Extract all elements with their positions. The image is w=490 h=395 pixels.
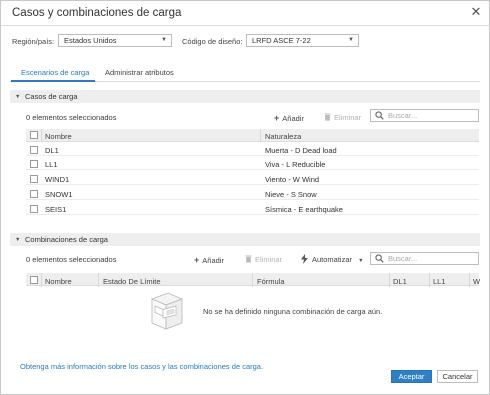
row-checkbox[interactable]: [30, 146, 38, 154]
table-row[interactable]: [26, 187, 479, 200]
table-row[interactable]: [26, 202, 479, 215]
load-case-nature: Sísmica - E earthquake: [265, 205, 343, 214]
collapse-triangle-icon[interactable]: ▼: [15, 237, 20, 243]
automate-button[interactable]: Automatizar ▼: [299, 254, 364, 264]
chevron-down-icon: ▼: [358, 258, 364, 264]
load-cases-selected-count: 0 elementos seleccionados: [26, 113, 117, 122]
column-divider: [260, 129, 261, 142]
region-label: Región/país:: [12, 37, 55, 46]
load-combinations-section-title: Combinaciones de carga: [25, 235, 108, 244]
plus-icon: +: [274, 113, 280, 123]
plus-icon: +: [194, 255, 200, 265]
tab-manage-attributes[interactable]: Administrar atributos: [105, 68, 174, 77]
load-combinations-section-header[interactable]: ▼ Combinaciones de carga: [10, 233, 480, 246]
load-case-name: SEIS1: [45, 205, 67, 214]
column-header-ll1[interactable]: LL1: [433, 277, 446, 286]
load-cases-search-placeholder: Buscar...: [388, 111, 418, 120]
load-case-nature: Viva - L Reducible: [265, 160, 326, 169]
cancel-button[interactable]: Cancelar: [437, 370, 478, 383]
search-icon: [375, 111, 384, 120]
load-case-name: SNOW1: [45, 190, 73, 199]
load-cases-search-input[interactable]: Buscar...: [370, 109, 479, 122]
collapse-triangle-icon[interactable]: ▼: [15, 94, 20, 100]
automate-icon: [301, 254, 308, 264]
column-header-name[interactable]: Nombre: [45, 277, 72, 286]
column-divider: [41, 273, 42, 287]
column-divider: [469, 273, 470, 287]
chevron-down-icon: ▼: [161, 37, 167, 43]
add-load-combination-button[interactable]: + Añadir: [194, 255, 224, 265]
column-divider: [252, 273, 253, 287]
empty-state-message: No se ha definido ninguna combinación de…: [203, 307, 383, 316]
column-divider: [98, 273, 99, 287]
load-cases-table-header: [26, 129, 479, 142]
search-icon: [375, 254, 384, 263]
select-all-load-cases-checkbox[interactable]: [30, 131, 38, 139]
design-code-select-value: LRFD ASCE 7-22: [252, 36, 311, 45]
add-load-case-label: Añadir: [282, 114, 304, 123]
trash-icon: [324, 113, 331, 121]
empty-state-cabinet-icon: [150, 292, 184, 330]
trash-icon: [245, 255, 252, 263]
column-divider: [429, 273, 430, 287]
dialog-title: Casos y combinaciones de carga: [12, 7, 182, 19]
table-row[interactable]: [26, 157, 479, 170]
delete-load-combination-label: Eliminar: [255, 255, 283, 264]
column-header-dl1[interactable]: DL1: [393, 277, 407, 286]
delete-load-combination-button[interactable]: Eliminar: [245, 255, 282, 264]
load-case-name: DL1: [45, 146, 59, 155]
column-divider: [41, 129, 42, 142]
load-case-name: WIND1: [45, 175, 70, 184]
tab-load-scenarios[interactable]: Escenarios de carga: [21, 68, 89, 77]
table-row[interactable]: [26, 143, 479, 156]
title-divider: [1, 25, 490, 26]
active-tab-indicator: [11, 80, 95, 82]
load-case-name: LL1: [45, 160, 58, 169]
column-header-formula[interactable]: Fórmula: [257, 277, 285, 286]
column-divider: [389, 273, 390, 287]
region-select[interactable]: Estados Unidos ▼: [58, 34, 172, 47]
close-icon[interactable]: ✕: [469, 5, 483, 19]
load-cases-dialog: Casos y combinaciones de carga ✕ Región/…: [0, 0, 490, 395]
row-checkbox[interactable]: [30, 175, 38, 183]
accept-button[interactable]: Aceptar: [391, 370, 432, 383]
load-case-nature: Viento - W Wind: [265, 175, 320, 184]
delete-load-case-button[interactable]: Eliminar: [324, 113, 361, 122]
row-checkbox[interactable]: [30, 205, 38, 213]
chevron-down-icon: ▼: [348, 37, 354, 43]
code-label: Código de diseño:: [182, 37, 243, 46]
load-combinations-search-input[interactable]: Buscar...: [370, 252, 479, 265]
load-combinations-search-placeholder: Buscar...: [388, 254, 418, 263]
delete-load-case-label: Eliminar: [334, 113, 362, 122]
column-header-limit-state[interactable]: Estado De Límite: [103, 277, 161, 286]
load-cases-section-title: Casos de carga: [25, 92, 78, 101]
column-header-w[interactable]: W: [473, 277, 480, 286]
load-case-nature: Nieve - S Snow: [265, 190, 317, 199]
column-header-name[interactable]: Nombre: [45, 132, 72, 141]
automate-label: Automatizar: [312, 255, 353, 264]
add-load-case-button[interactable]: + Añadir: [274, 113, 304, 123]
table-row[interactable]: [26, 172, 479, 185]
select-all-combinations-checkbox[interactable]: [30, 276, 38, 284]
load-case-nature: Muerta - D Dead load: [265, 146, 337, 155]
row-checkbox[interactable]: [30, 190, 38, 198]
design-code-select[interactable]: LRFD ASCE 7-22 ▼: [246, 34, 359, 47]
load-cases-section-header[interactable]: ▼ Casos de carga: [10, 90, 480, 103]
info-link[interactable]: Obtenga más información sobre los casos …: [20, 362, 263, 371]
column-header-nature[interactable]: Naturaleza: [265, 132, 301, 141]
load-combinations-selected-count: 0 elementos seleccionados: [26, 255, 117, 264]
region-select-value: Estados Unidos: [64, 36, 117, 45]
add-load-combination-label: Añadir: [202, 256, 224, 265]
row-checkbox[interactable]: [30, 160, 38, 168]
